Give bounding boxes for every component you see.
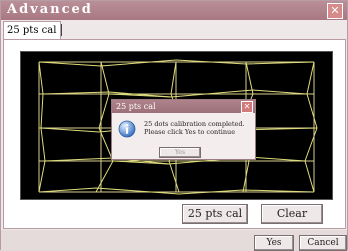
title-bar[interactable]: Advanced ✕ — [1, 1, 347, 20]
dialog-message: 25 dots calibration completed. Please cl… — [144, 120, 254, 136]
yes-button[interactable]: Yes — [254, 235, 294, 251]
clear-button[interactable]: Clear — [261, 204, 323, 224]
dialog-message-line-1: 25 dots calibration completed. — [144, 120, 245, 128]
info-icon — [118, 120, 136, 138]
window-title: Advanced — [7, 2, 93, 17]
dialog-title-bar[interactable]: 25 pts cal ✕ — [112, 100, 255, 113]
calibration-dialog: 25 pts cal ✕ 25 dots calibration complet… — [111, 99, 256, 160]
dialog-message-line-2: Please click Yes to continue — [144, 128, 236, 136]
dialog-yes-button[interactable]: Yes — [159, 147, 201, 158]
bottom-bar — [1, 230, 347, 250]
advanced-window: Advanced ✕ 25 pts cal 25 pts cal ✕ 25 do… — [0, 0, 348, 251]
dialog-title: 25 pts cal — [116, 102, 156, 111]
dialog-close-icon[interactable]: ✕ — [241, 101, 253, 113]
close-icon[interactable]: ✕ — [327, 3, 343, 19]
cancel-button[interactable]: Cancel — [299, 235, 347, 251]
25-pts-cal-button[interactable]: 25 pts cal — [182, 204, 248, 224]
tab-25-pts-cal[interactable]: 25 pts cal — [3, 21, 61, 39]
tab-separator — [61, 24, 62, 36]
